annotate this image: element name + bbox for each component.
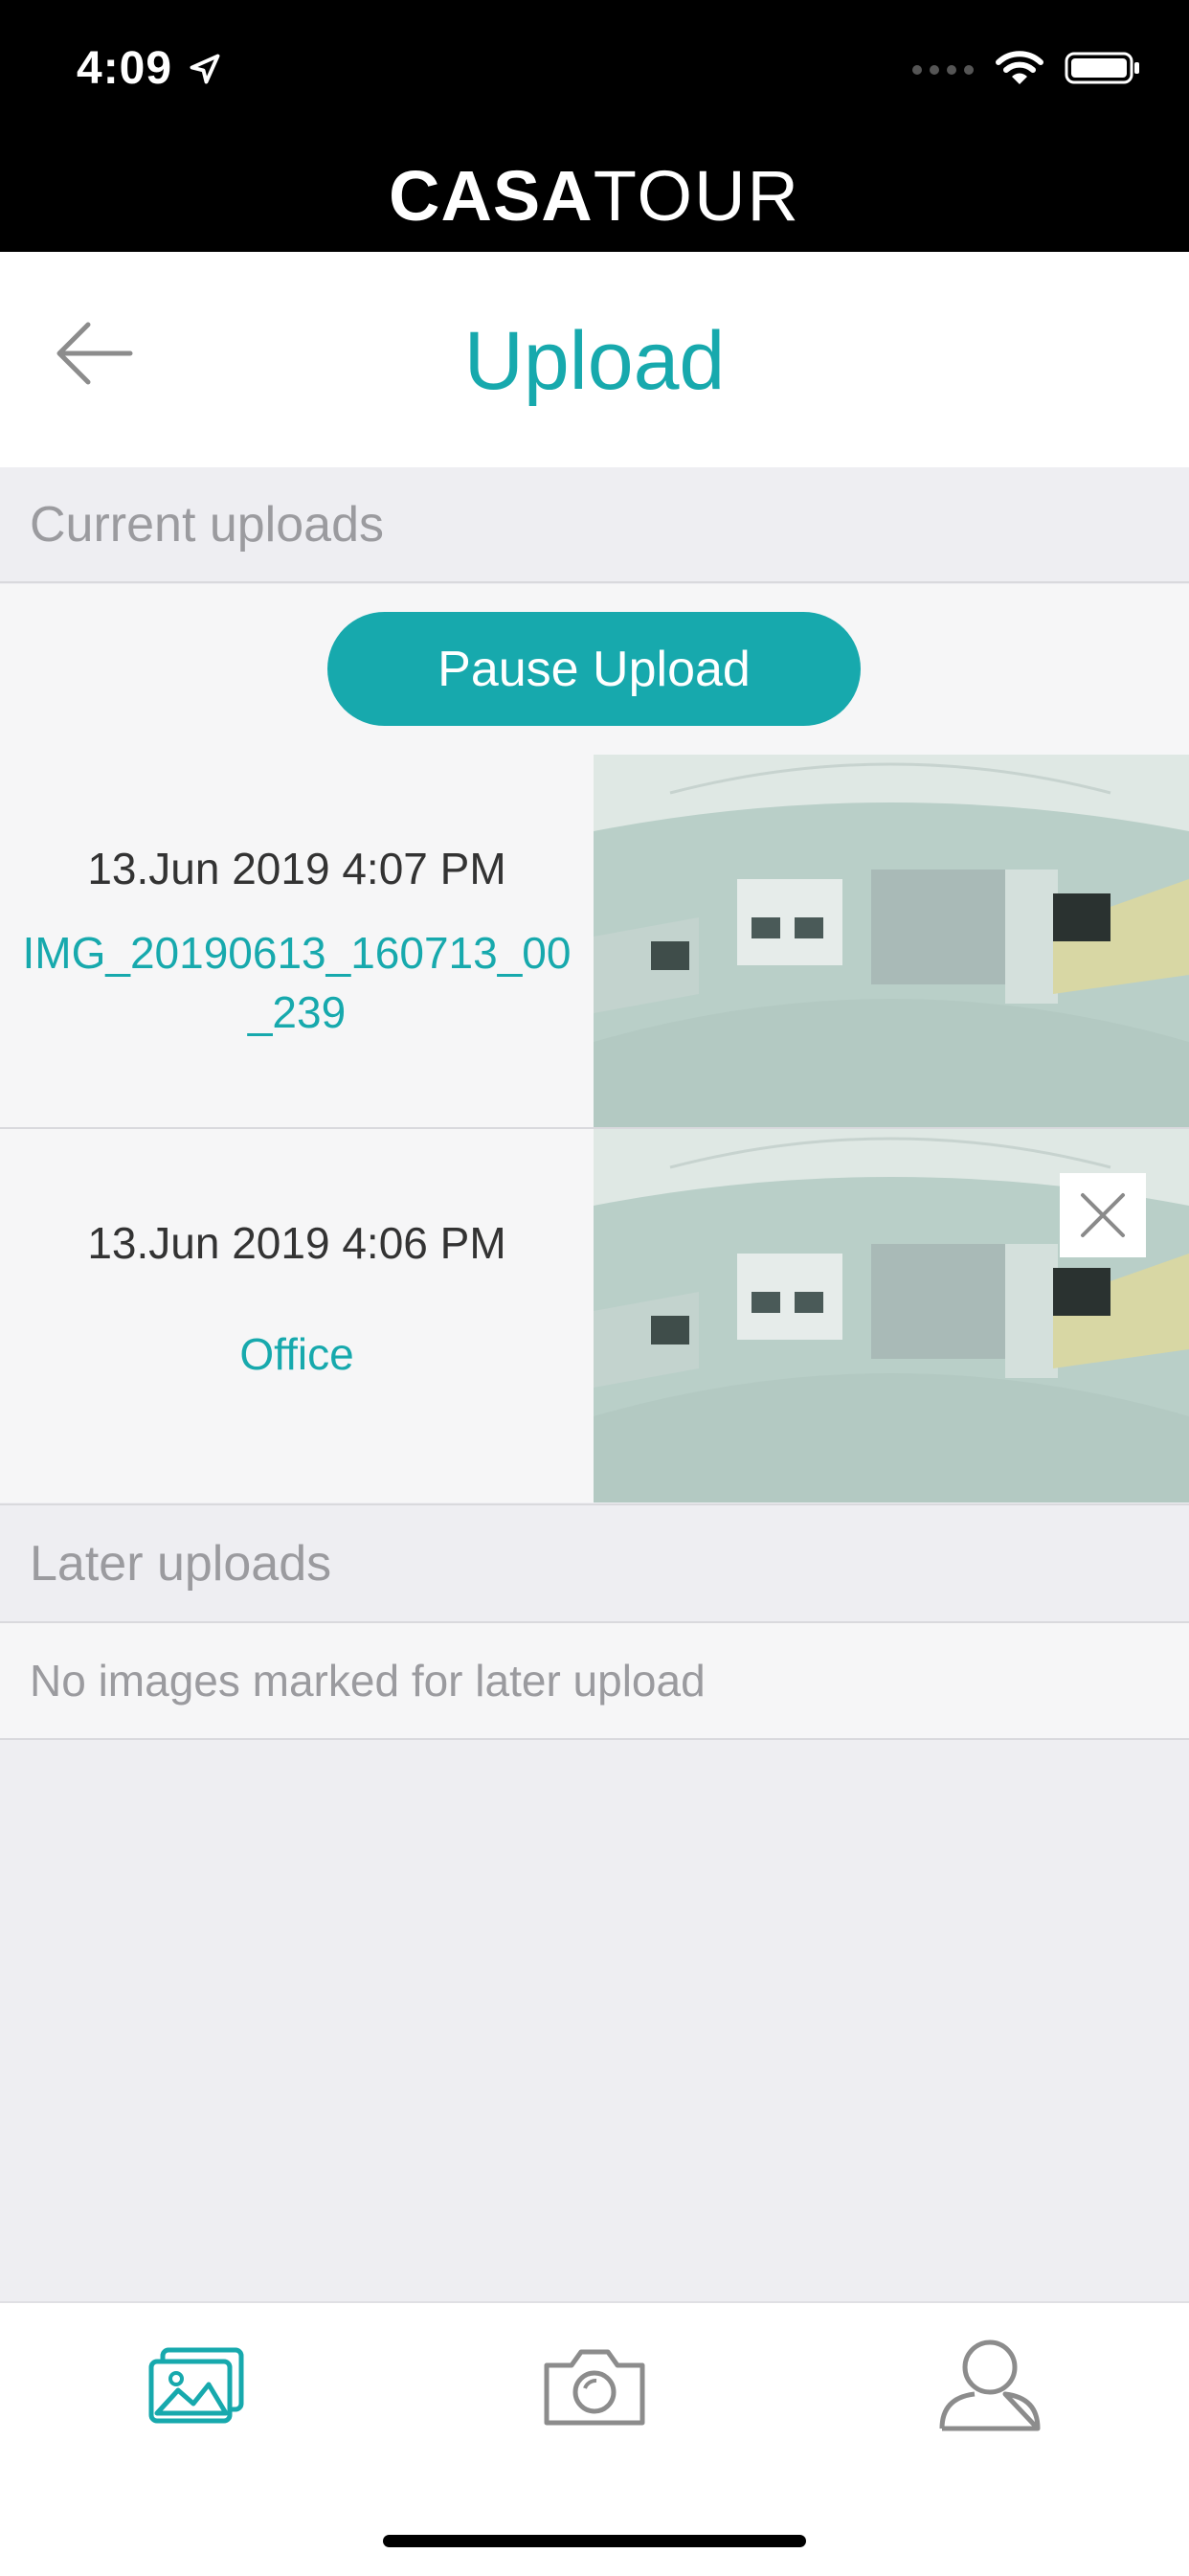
status-indicators bbox=[911, 50, 1141, 86]
logo-part-2: TOUR bbox=[593, 155, 800, 236]
upload-info: 13.Jun 2019 4:06 PM Office bbox=[0, 1129, 594, 1503]
close-icon bbox=[1081, 1193, 1125, 1237]
remove-upload-button[interactable] bbox=[1060, 1173, 1146, 1257]
upload-name: IMG_20190613_160713_00_239 bbox=[22, 928, 572, 1037]
upload-item[interactable]: 13.Jun 2019 4:06 PM Office bbox=[0, 1129, 1189, 1503]
upload-item[interactable]: 13.Jun 2019 4:07 PM IMG_20190613_160713_… bbox=[0, 755, 1189, 1128]
panorama-thumbnail[interactable] bbox=[594, 755, 1189, 1128]
wifi-icon bbox=[996, 51, 1043, 84]
logo-part-1: CASA bbox=[389, 155, 594, 236]
status-bar: 4:09 bbox=[0, 0, 1189, 139]
signal-icon bbox=[912, 65, 974, 75]
upload-date: 13.Jun 2019 4:07 PM bbox=[87, 844, 506, 893]
app-logo: CASA TOUR bbox=[0, 139, 1189, 252]
profile-icon[interactable] bbox=[932, 2329, 1047, 2444]
gallery-icon[interactable] bbox=[142, 2329, 257, 2444]
camera-icon[interactable] bbox=[537, 2329, 652, 2444]
status-time: 4:09 bbox=[77, 43, 173, 94]
current-uploads-heading: Current uploads bbox=[0, 468, 1189, 583]
battery-icon bbox=[1065, 52, 1139, 84]
home-indicator bbox=[383, 2535, 806, 2547]
pause-upload-button[interactable]: Pause Upload bbox=[327, 612, 861, 726]
upload-info: 13.Jun 2019 4:07 PM IMG_20190613_160713_… bbox=[0, 755, 594, 1128]
upload-date: 13.Jun 2019 4:06 PM bbox=[87, 1218, 506, 1268]
later-uploads-heading: Later uploads bbox=[0, 1503, 1189, 1623]
upload-name: Office bbox=[239, 1329, 354, 1379]
location-arrow-icon bbox=[190, 54, 220, 84]
page-title: Upload bbox=[463, 315, 726, 407]
later-uploads-empty-message: No images marked for later upload bbox=[0, 1623, 1189, 1740]
